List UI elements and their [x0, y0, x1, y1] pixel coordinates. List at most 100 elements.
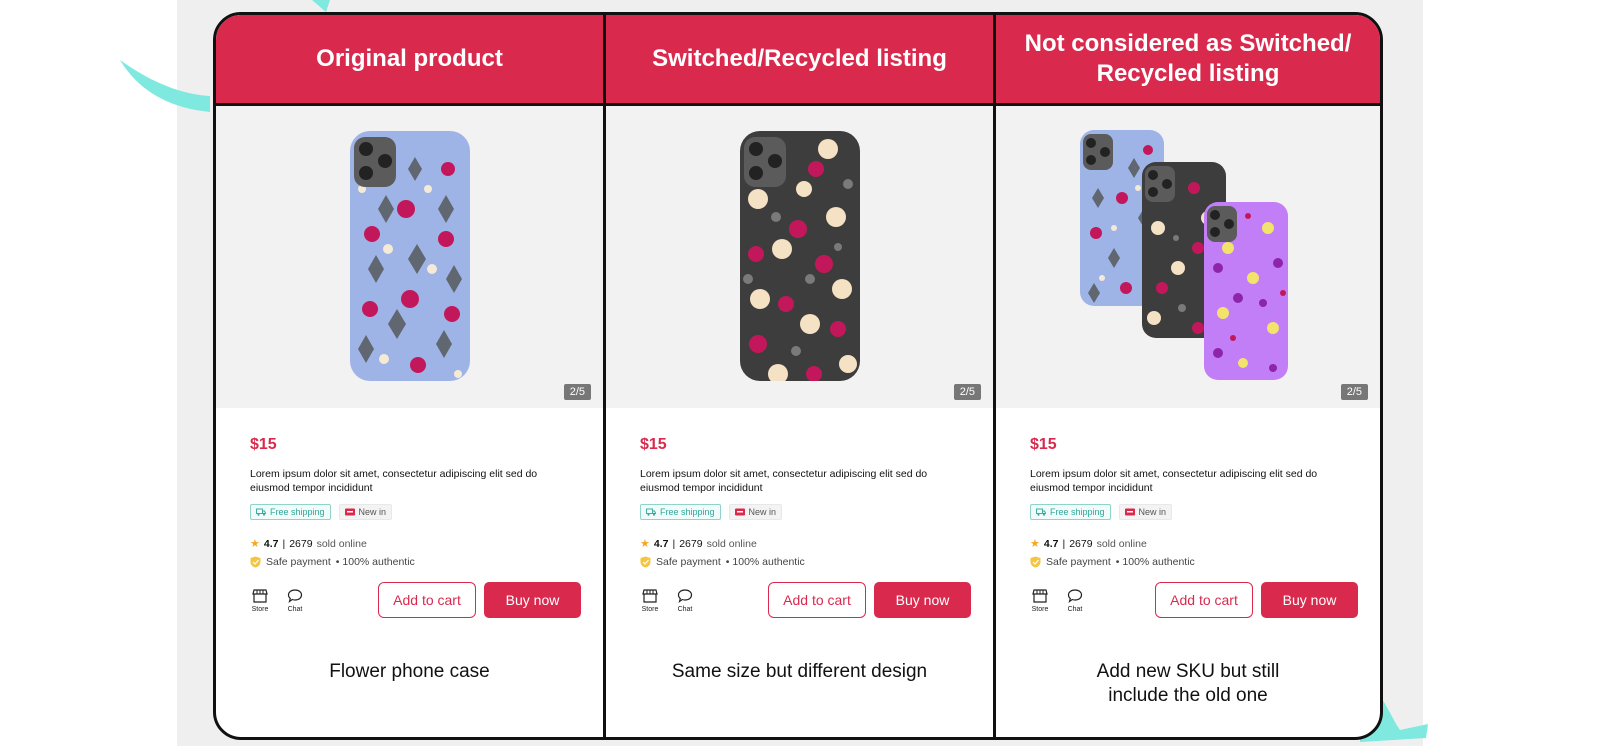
column-caption: Same size but different design [671, 661, 928, 682]
store-label: Store [641, 605, 659, 613]
column-title: Not considered as Switched/ Recycled lis… [1024, 30, 1352, 87]
star-icon: ★ [640, 538, 650, 550]
chat-label: Chat [1067, 605, 1083, 613]
buy-now-button[interactable]: Buy now [874, 582, 971, 618]
tag-new-in: New in [728, 504, 783, 520]
image-page-indicator: 2/5 [1340, 384, 1368, 400]
product-image-area[interactable]: 2/5 [996, 106, 1380, 408]
rating-row: ★ 4.7 | 2679 sold online [250, 537, 581, 551]
add-to-cart-button[interactable]: Add to cart [378, 582, 476, 618]
store-link[interactable]: Store [250, 588, 270, 613]
column-header: Not considered as Switched/ Recycled lis… [996, 15, 1380, 106]
separator: | [672, 537, 676, 550]
tag-new-in: New in [1118, 504, 1173, 520]
product-info: $15 Lorem ipsum dolor sit amet, consecte… [996, 408, 1380, 618]
shield-icon [250, 556, 261, 568]
truck-icon [1036, 508, 1046, 516]
tag-label: New in [358, 507, 387, 517]
phone-case-dark-image [739, 131, 860, 381]
chat-link[interactable]: Chat [675, 588, 695, 613]
chat-link[interactable]: Chat [285, 588, 305, 613]
store-label: Store [251, 605, 269, 613]
product-description[interactable]: Lorem ipsum dolor sit amet, consectetur … [640, 468, 950, 495]
sold-label: sold online [1096, 537, 1147, 550]
price: $15 [250, 436, 277, 453]
column-header: Switched/Recycled listing [606, 15, 993, 106]
store-link[interactable]: Store [640, 588, 660, 613]
buy-now-button[interactable]: Buy now [1261, 582, 1358, 618]
trust-row: Safe payment • 100% authentic [640, 556, 971, 568]
authentic-label: • 100% authentic [725, 556, 805, 568]
sold-label: sold online [706, 537, 757, 550]
truck-icon [646, 508, 656, 516]
tag-label: Free shipping [660, 507, 715, 517]
store-link[interactable]: Store [1030, 588, 1050, 613]
new-in-icon [344, 508, 355, 516]
chat-link[interactable]: Chat [1065, 588, 1085, 613]
tag-free-shipping: Free shipping [640, 504, 721, 520]
safe-payment-label: Safe payment [656, 556, 721, 568]
new-in-icon [734, 508, 745, 516]
product-image-area[interactable]: 2/5 [606, 106, 993, 408]
column-title: Original product [316, 45, 503, 72]
product-info: $15 Lorem ipsum dolor sit amet, consecte… [216, 408, 603, 618]
shield-icon [640, 556, 651, 568]
comparison-board: Original product 2/5 $15 Lorem ipsum dol… [213, 12, 1383, 740]
rating-row: ★ 4.7 | 2679 sold online [1030, 537, 1358, 551]
column-caption: Flower phone case [329, 661, 490, 682]
star-icon: ★ [250, 538, 260, 550]
separator: | [1062, 537, 1066, 550]
chat-icon [287, 588, 303, 603]
shield-icon [1030, 556, 1041, 568]
product-description[interactable]: Lorem ipsum dolor sit amet, consectetur … [1030, 468, 1340, 495]
sold-count: 2679 [289, 537, 313, 550]
tag-free-shipping: Free shipping [1030, 504, 1111, 520]
safe-payment-label: Safe payment [1046, 556, 1111, 568]
sold-count: 2679 [1069, 537, 1093, 550]
rating-row: ★ 4.7 | 2679 sold online [640, 537, 971, 551]
new-in-icon [1124, 508, 1135, 516]
chat-label: Chat [287, 605, 303, 613]
trust-row: Safe payment • 100% authentic [250, 556, 581, 568]
store-icon [642, 588, 658, 603]
buy-now-button[interactable]: Buy now [484, 582, 581, 618]
price: $15 [1030, 436, 1057, 453]
column-header: Original product [216, 15, 603, 106]
rating-value: 4.7 [1043, 537, 1059, 550]
product-description[interactable]: Lorem ipsum dolor sit amet, consectetur … [250, 468, 560, 495]
column-original-product: Original product 2/5 $15 Lorem ipsum dol… [216, 15, 606, 737]
tag-label: Free shipping [270, 507, 325, 517]
product-image-area[interactable]: 2/5 [216, 106, 603, 408]
add-to-cart-button[interactable]: Add to cart [768, 582, 866, 618]
image-page-indicator: 2/5 [953, 384, 981, 400]
star-icon: ★ [1030, 538, 1040, 550]
add-to-cart-button[interactable]: Add to cart [1155, 582, 1253, 618]
decorative-wave-left [120, 60, 210, 112]
rating-value: 4.7 [263, 537, 279, 550]
action-row: Store Chat Add to cart Buy now [1030, 582, 1358, 618]
column-title: Switched/Recycled listing [652, 45, 947, 72]
chat-label: Chat [677, 605, 693, 613]
authentic-label: • 100% authentic [335, 556, 415, 568]
rating-value: 4.7 [653, 537, 669, 550]
action-row: Store Chat Add to cart Buy now [250, 582, 581, 618]
authentic-label: • 100% authentic [1115, 556, 1195, 568]
tag-free-shipping: Free shipping [250, 504, 331, 520]
tag-row: Free shipping New in [250, 504, 581, 520]
safe-payment-label: Safe payment [266, 556, 331, 568]
tag-label: New in [748, 507, 777, 517]
chat-icon [1067, 588, 1083, 603]
product-info: $15 Lorem ipsum dolor sit amet, consecte… [606, 408, 993, 618]
slide: Original product 2/5 $15 Lorem ipsum dol… [0, 0, 1600, 746]
column-not-switched: Not considered as Switched/ Recycled lis… [996, 15, 1380, 737]
tag-row: Free shipping New in [1030, 504, 1358, 520]
trust-row: Safe payment • 100% authentic [1030, 556, 1358, 568]
separator: | [282, 537, 286, 550]
store-icon [252, 588, 268, 603]
store-icon [1032, 588, 1048, 603]
sold-label: sold online [316, 537, 367, 550]
tag-row: Free shipping New in [640, 504, 971, 520]
phone-case-blue-image [349, 131, 470, 381]
image-page-indicator: 2/5 [563, 384, 591, 400]
action-row: Store Chat Add to cart Buy now [640, 582, 971, 618]
